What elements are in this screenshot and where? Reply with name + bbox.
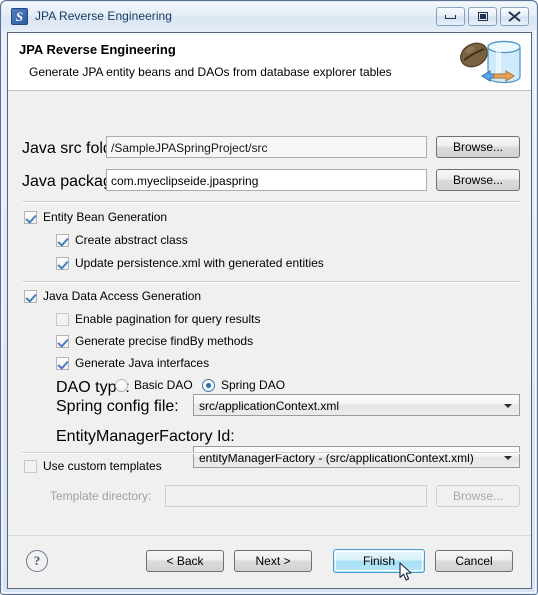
separator-1: [22, 201, 520, 203]
close-icon: [501, 8, 528, 25]
chevron-down-icon: [504, 404, 512, 408]
dao-type-spring-radio[interactable]: Spring DAO: [202, 378, 285, 392]
dialog-window: S JPA Reverse Engineering JPA Reverse En…: [0, 0, 538, 595]
jpa-app-icon: S: [11, 8, 28, 25]
window-controls: [436, 7, 529, 26]
java-data-access-generation-checkbox[interactable]: Java Data Access Generation: [24, 289, 201, 303]
checkbox-indicator: [24, 289, 37, 303]
checkbox-indicator: [24, 459, 37, 473]
enable-pagination-label: Enable pagination for query results: [75, 312, 261, 326]
java-src-folder-input[interactable]: /SampleJPASpringProject/src: [106, 136, 427, 158]
close-button[interactable]: [500, 7, 529, 26]
dao-type-basic-radio[interactable]: Basic DAO: [115, 378, 193, 392]
radio-indicator: [115, 378, 128, 392]
create-abstract-class-checkbox[interactable]: Create abstract class: [56, 233, 188, 247]
update-persistence-xml-checkbox[interactable]: Update persistence.xml with generated en…: [56, 256, 324, 270]
checkbox-indicator: [56, 256, 69, 270]
finish-button-label: Finish: [362, 554, 395, 568]
java-package-input[interactable]: com.myeclipseide.jpaspring: [106, 169, 427, 191]
dao-type-basic-label: Basic DAO: [134, 378, 193, 392]
jpa-database-bean-icon: [452, 35, 524, 89]
chevron-down-icon: [504, 456, 512, 460]
java-src-folder-browse-button[interactable]: Browse...: [436, 136, 520, 158]
window-title: JPA Reverse Engineering: [35, 9, 173, 23]
separator-3: [22, 452, 520, 454]
cancel-button[interactable]: Cancel: [435, 550, 513, 572]
generate-precise-findby-label: Generate precise findBy methods: [75, 334, 254, 348]
radio-indicator: [202, 378, 215, 392]
generate-java-interfaces-checkbox[interactable]: Generate Java interfaces: [56, 356, 209, 370]
title-bar[interactable]: S JPA Reverse Engineering: [2, 2, 536, 31]
entity-manager-factory-id-combo[interactable]: entityManagerFactory - (src/applicationC…: [193, 446, 520, 468]
generate-java-interfaces-label: Generate Java interfaces: [75, 356, 210, 370]
java-package-browse-button[interactable]: Browse...: [436, 169, 520, 191]
generate-precise-findby-checkbox[interactable]: Generate precise findBy methods: [56, 334, 253, 348]
maximize-icon: [469, 8, 496, 25]
entity-bean-generation-label: Entity Bean Generation: [43, 210, 168, 224]
page-subtitle: Generate JPA entity beans and DAOs from …: [29, 65, 392, 79]
update-persistence-xml-label: Update persistence.xml with generated en…: [75, 256, 324, 270]
dialog-footer: ? < Back Next > Finish Cancel: [8, 535, 531, 588]
back-button[interactable]: < Back: [146, 550, 224, 572]
checkbox-indicator: [56, 334, 69, 348]
next-button[interactable]: Next >: [234, 550, 312, 572]
template-directory-browse-button[interactable]: Browse...: [436, 485, 520, 507]
minimize-icon: [437, 8, 464, 25]
spring-config-file-value: src/applicationContext.xml: [199, 399, 340, 413]
checkbox-indicator: [56, 233, 69, 247]
wizard-banner: JPA Reverse Engineering Generate JPA ent…: [8, 33, 531, 91]
spring-config-file-combo[interactable]: src/applicationContext.xml: [193, 394, 520, 416]
enable-pagination-checkbox[interactable]: Enable pagination for query results: [56, 312, 260, 326]
create-abstract-class-label: Create abstract class: [75, 233, 188, 247]
template-directory-label: Template directory:: [50, 489, 152, 503]
maximize-button[interactable]: [468, 7, 497, 26]
finish-button[interactable]: Finish: [333, 549, 425, 573]
help-icon[interactable]: ?: [26, 550, 48, 572]
dao-type-spring-label: Spring DAO: [221, 378, 286, 392]
checkbox-indicator: [56, 356, 69, 370]
minimize-button[interactable]: [436, 7, 465, 26]
use-custom-templates-label: Use custom templates: [43, 459, 162, 473]
template-directory-input[interactable]: [165, 485, 427, 507]
separator-2: [22, 281, 520, 283]
spring-config-file-label: Spring config file:: [56, 398, 179, 415]
entity-bean-generation-checkbox[interactable]: Entity Bean Generation: [24, 210, 167, 224]
dialog-content: JPA Reverse Engineering Generate JPA ent…: [7, 32, 532, 589]
use-custom-templates-checkbox[interactable]: Use custom templates: [24, 459, 162, 473]
jpa-app-icon-glyph: S: [15, 9, 24, 24]
java-data-access-generation-label: Java Data Access Generation: [43, 289, 202, 303]
checkbox-indicator: [24, 210, 37, 224]
entity-manager-factory-id-label: EntityManagerFactory Id:: [56, 428, 235, 445]
page-title: JPA Reverse Engineering: [19, 42, 176, 57]
checkbox-indicator: [56, 312, 69, 326]
form-body: Java src folder: /SampleJPASpringProject…: [8, 91, 531, 536]
